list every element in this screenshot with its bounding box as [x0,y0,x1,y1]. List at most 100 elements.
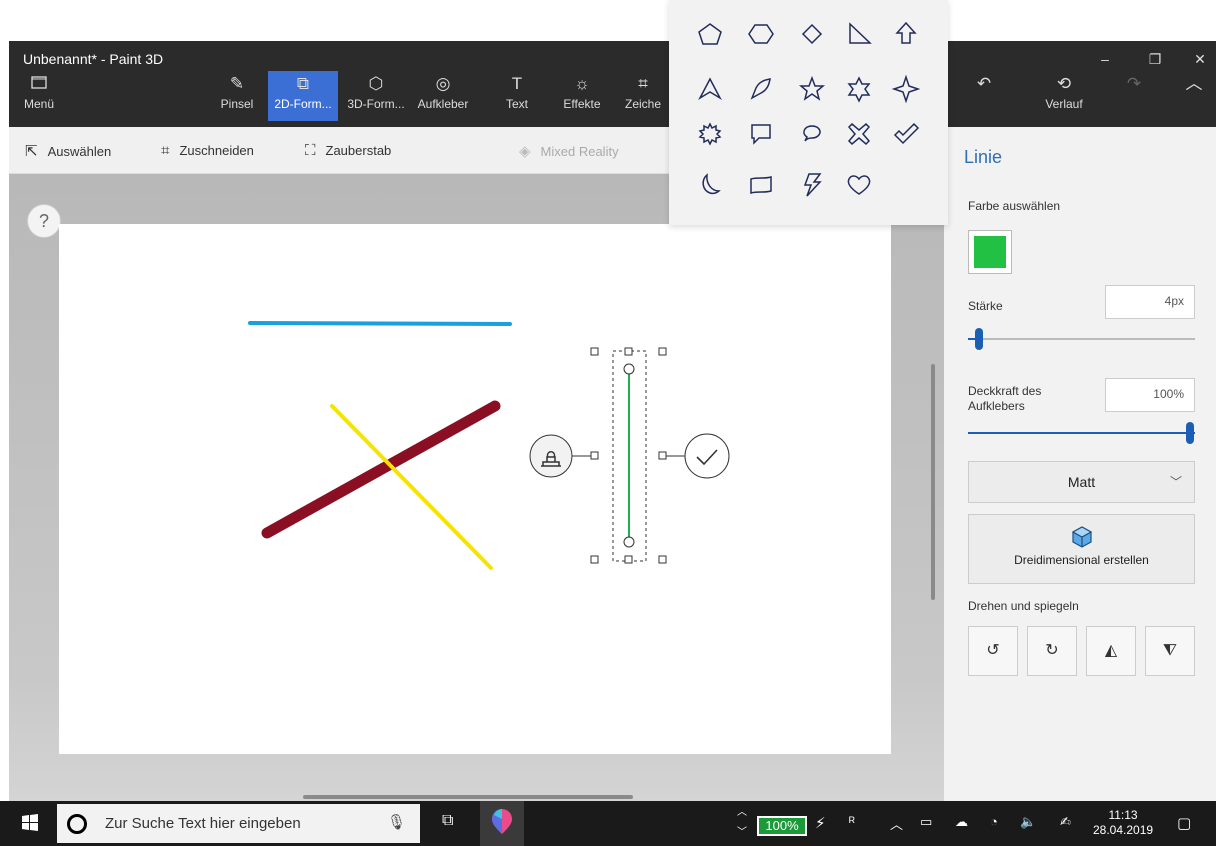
leaf-icon [750,78,771,100]
chevron-down-icon: ﹀ [1169,475,1182,489]
flip-vertical-button[interactable]: ⧨ [1145,626,1195,676]
star-5-shape[interactable] [795,72,829,106]
tab-stickers[interactable]: ◎ Aufkleber [413,71,473,121]
resize-handle[interactable] [590,555,599,564]
resize-handle[interactable] [624,347,633,356]
crop-icon: ⌗ [161,142,170,159]
magic-select-button[interactable]: ⛶ Zauberstab [305,142,391,159]
rotate-left-button[interactable]: ↺ [968,626,1018,676]
resize-handle[interactable] [658,347,667,356]
heart-shape[interactable] [842,168,876,202]
star-6-shape[interactable] [842,72,876,106]
resize-handle[interactable] [658,451,667,460]
select-button[interactable]: ⇱ Auswählen [25,142,111,160]
tab-label: Aufkleber [417,97,469,111]
history-button[interactable]: ⟲ Verlauf [1034,71,1094,121]
burst-shape[interactable] [693,117,727,151]
thickness-input[interactable]: 4px [1105,285,1195,319]
windows-start-icon[interactable] [20,813,40,833]
show-hidden-icons-chevron-icon[interactable]: ︿ [890,814,903,833]
taskbar-paint3d-app[interactable] [480,801,524,846]
undo-button[interactable]: ↶ [964,71,1004,121]
pen-workspace-icon[interactable]: ✍ [1060,814,1071,830]
volume-icon[interactable]: 🔈 [1020,814,1036,830]
taskbar-search[interactable]: Zur Suche Text hier eingeben 🎙 [57,804,420,843]
opacity-label: Deckkraft des Aufklebers [968,384,1041,414]
pentagon-shape[interactable] [693,17,727,51]
resize-handle[interactable] [658,555,667,564]
thickness-slider-thumb[interactable] [975,328,983,350]
flip-horizontal-button[interactable]: ◭ [1086,626,1136,676]
task-view-icon[interactable]: ⧉ [442,812,453,830]
notifications-icon[interactable]: ▢ [1177,814,1191,832]
finish-dropdown[interactable]: Matt ﹀ [968,461,1195,503]
stamp-button[interactable] [529,434,573,478]
rotate-right-button[interactable]: ↻ [1027,626,1077,676]
magic-select-icon: ⛶ [305,142,316,159]
endpoint-handle-bottom[interactable] [623,536,635,548]
commit-button[interactable] [684,433,730,479]
arrow-up-shape[interactable] [889,17,923,51]
people-icon[interactable]: ᴿ [849,814,855,829]
resize-handle[interactable] [590,347,599,356]
make-3d-button[interactable]: Dreidimensional erstellen [968,514,1195,584]
checkmark-shape[interactable] [889,117,923,151]
close-button[interactable]: ✕ [1185,47,1215,71]
lightning-shape[interactable] [795,168,829,202]
star-4-shape[interactable] [889,72,923,106]
checkmark-shape-icon [893,122,920,145]
minimize-button[interactable]: – [1090,47,1120,71]
triangle-shape[interactable] [693,72,727,106]
opacity-input[interactable]: 100% [1105,378,1195,412]
taskbar-clock[interactable]: 11:13 28.04.2019 [1093,808,1153,838]
vertical-scrollbar[interactable] [931,364,935,600]
cross-shape[interactable] [842,117,876,151]
finish-value: Matt [1067,474,1096,490]
color-swatch[interactable] [968,230,1012,274]
callout-round-shape[interactable] [795,117,829,151]
tab-2d-shapes[interactable]: ⧉ 2D-Form... [268,71,338,121]
right-triangle-shape[interactable] [842,17,876,51]
mixed-reality-icon: ◈ [519,143,531,160]
tab-text[interactable]: T Text [489,71,545,121]
leaf-shape[interactable] [744,72,778,106]
banner-shape[interactable] [744,168,778,202]
maroon-line[interactable] [261,400,501,539]
resize-handle[interactable] [590,451,599,460]
tab-3d-shapes[interactable]: ⬡ 3D-Form... [341,71,411,121]
crop-label: Zuschneiden [179,143,254,158]
endpoint-handle-top[interactable] [623,363,635,375]
callout-rect-shape[interactable] [744,117,778,151]
tab-brushes[interactable]: ✎ Pinsel [209,71,265,121]
microphone-icon[interactable]: 🎙 [387,813,406,831]
diamond-shape[interactable] [795,17,829,51]
callout-round-icon [803,125,821,142]
horizontal-scrollbar[interactable] [303,795,633,799]
tab-effects[interactable]: ☼ Effekte [554,71,610,121]
resize-handle[interactable] [624,555,633,564]
collapse-ribbon-button[interactable]: ︿ [1174,71,1214,121]
moon-icon [702,173,721,195]
battery-indicator[interactable]: 100% [757,816,807,836]
opacity-slider-track[interactable] [968,432,1195,434]
rotate-flip-label: Drehen und spiegeln [968,599,1079,613]
opacity-label-line1: Deckkraft des [968,384,1042,398]
tray-overflow-arrows[interactable]: ︿ ﹀ [737,803,747,843]
redo-button[interactable]: ↷ [1114,71,1154,121]
battery-tray-icon[interactable]: ▭ [920,814,932,830]
cube-icon [1071,526,1092,548]
moon-shape[interactable] [693,168,727,202]
drawing-canvas[interactable] [59,224,891,754]
crop-button[interactable]: ⌗ Zuschneiden [161,142,254,159]
wifi-icon[interactable]: ◔ [990,814,998,829]
maximize-button[interactable]: ❐ [1140,47,1170,71]
blue-line[interactable] [248,321,512,326]
opacity-slider-thumb[interactable] [1186,422,1194,444]
help-button[interactable]: ? [27,204,61,238]
thickness-slider-track[interactable] [968,338,1195,340]
mixed-reality-button[interactable]: ◈ Mixed Reality [519,142,619,160]
menu-button[interactable]: Menü [17,71,61,121]
tab-canvas[interactable]: ⌗ Zeiche [615,71,671,121]
hexagon-shape[interactable] [744,17,778,51]
onedrive-cloud-icon[interactable]: ☁ [955,814,968,830]
